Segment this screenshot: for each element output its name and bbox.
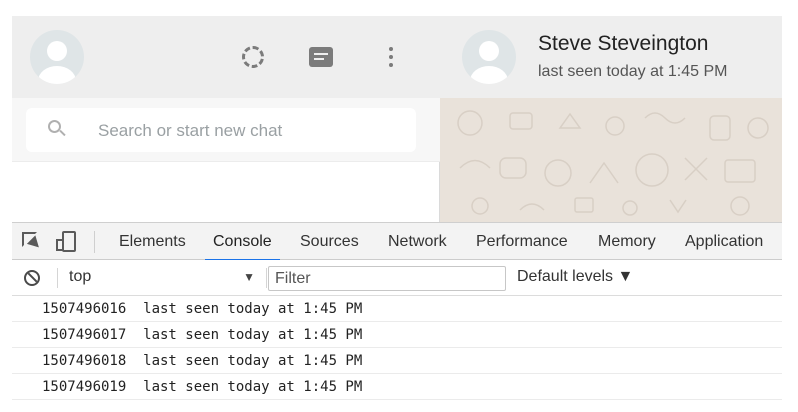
conversation-pane: Steve Steveington last seen today at 1:4… [440, 16, 782, 222]
doodle-pattern [457, 110, 769, 216]
console-log-row: 1507496017 last seen today at 1:45 PM [12, 322, 782, 348]
console-log-row: 1507496019 last seen today at 1:45 PM [12, 374, 782, 400]
devtools-tabbar: Elements Console Sources Network Perform… [12, 223, 782, 261]
context-value: top [69, 268, 92, 285]
tab-memory[interactable]: Memory [596, 223, 658, 260]
tab-application[interactable]: Application [683, 223, 765, 260]
console-toolbar: top ▼ Default levels ▼ [12, 260, 782, 296]
console-output: 1507496016 last seen today at 1:45 PM 15… [12, 296, 782, 400]
contact-name: Steve Steveington [538, 32, 709, 55]
chat-wallpaper [440, 98, 782, 222]
chat-list-pane: Search or start new chat [12, 16, 440, 222]
filter-input[interactable] [268, 266, 506, 291]
inspect-element-icon[interactable] [22, 232, 44, 252]
device-toolbar-icon[interactable] [56, 231, 78, 253]
console-log-row: 1507496016 last seen today at 1:45 PM [12, 296, 782, 322]
conversation-header[interactable]: Steve Steveington last seen today at 1:4… [440, 16, 782, 98]
status-icon[interactable] [240, 44, 266, 70]
context-selector[interactable]: top ▼ [69, 267, 257, 289]
search-placeholder: Search or start new chat [98, 121, 283, 140]
last-seen-status: last seen today at 1:45 PM [538, 63, 728, 80]
chevron-down-icon: ▼ [243, 270, 255, 284]
tab-sources[interactable]: Sources [298, 223, 361, 260]
toolbar-divider [266, 268, 267, 288]
search-input[interactable]: Search or start new chat [26, 108, 416, 152]
console-log-row: 1507496018 last seen today at 1:45 PM [12, 348, 782, 374]
whatsapp-web-app: Search or start new chat Steve Steveingt… [12, 16, 782, 222]
tab-console[interactable]: Console [205, 223, 280, 261]
search-icon [48, 120, 66, 138]
contact-avatar[interactable] [462, 30, 516, 84]
search-bar: Search or start new chat [12, 98, 440, 162]
clear-console-icon[interactable] [24, 270, 40, 286]
toolbar-divider [94, 231, 95, 253]
menu-icon[interactable] [378, 44, 404, 70]
tab-network[interactable]: Network [386, 223, 449, 260]
devtools-panel: Elements Console Sources Network Perform… [12, 222, 782, 402]
new-chat-icon[interactable] [308, 44, 334, 70]
user-avatar[interactable] [30, 30, 84, 84]
log-levels-dropdown[interactable]: Default levels ▼ [517, 268, 633, 286]
sidebar-header [12, 16, 440, 98]
toolbar-divider [57, 268, 58, 288]
tab-performance[interactable]: Performance [474, 223, 570, 260]
tab-elements[interactable]: Elements [117, 223, 188, 260]
